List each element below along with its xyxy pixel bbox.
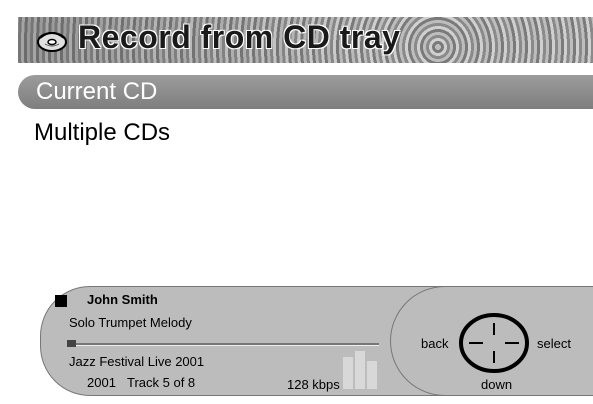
select-label[interactable]: select — [537, 336, 571, 351]
menu-item-label: Current CD — [36, 78, 158, 105]
navigation-panel: back select down — [390, 286, 593, 396]
menu-item-multiple-cds[interactable]: Multiple CDs — [18, 116, 593, 150]
album-year: 2001 — [87, 375, 116, 390]
dpad-icon[interactable] — [457, 311, 531, 375]
down-label[interactable]: down — [481, 377, 512, 392]
progress-fill — [67, 340, 76, 347]
track-position: Track 5 of 8 — [127, 375, 196, 390]
back-label[interactable]: back — [421, 336, 448, 351]
title-bar: Record from CD tray — [18, 17, 593, 63]
menu-item-current-cd[interactable]: Current CD — [18, 75, 593, 109]
album-name: Jazz Festival Live 2001 — [69, 354, 205, 369]
menu-item-label: Multiple CDs — [34, 119, 171, 146]
progress-bar — [67, 340, 379, 347]
screen: Record from CD tray Current CD Multiple … — [10, 3, 593, 404]
cd-record-icon — [37, 32, 67, 52]
artist-name: John Smith — [87, 292, 158, 307]
stop-icon — [55, 295, 67, 307]
page-title: Record from CD tray — [78, 19, 401, 55]
bitrate: 128 kbps — [287, 377, 340, 392]
track-title: Solo Trumpet Melody — [69, 315, 192, 330]
level-meter-icon — [343, 351, 377, 389]
